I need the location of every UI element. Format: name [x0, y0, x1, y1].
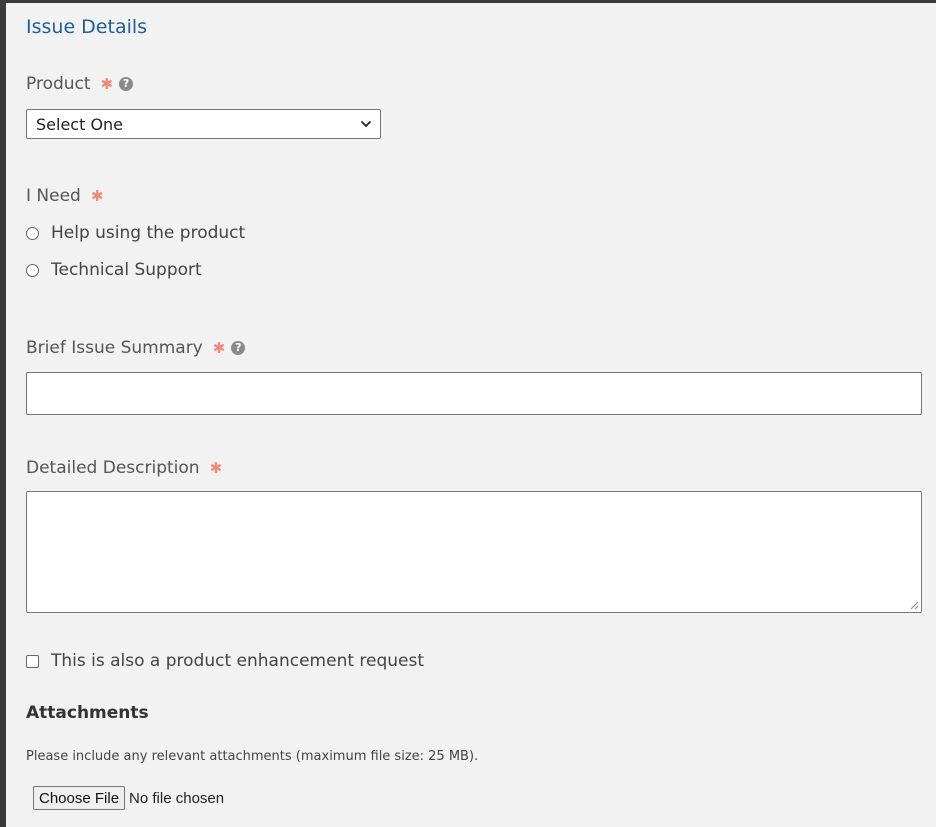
radio-label: Help using the product — [51, 223, 246, 243]
asterisk-icon: ✱ — [100, 74, 114, 93]
product-label-group: Product ✱ ? — [26, 74, 134, 94]
summary-input[interactable] — [26, 372, 922, 415]
resize-grip-icon[interactable] — [910, 601, 919, 610]
radio-help-using-product[interactable]: Help using the product — [26, 223, 245, 243]
file-status: No file chosen — [129, 789, 225, 807]
need-label-group: I Need ✱ — [26, 186, 103, 206]
asterisk-icon: ✱ — [212, 338, 226, 357]
enhancement-label: This is also a product enhancement reque… — [51, 651, 425, 671]
product-select[interactable]: Select One — [26, 109, 381, 139]
radio-button[interactable] — [26, 226, 39, 240]
product-label: Product — [26, 74, 91, 94]
asterisk-icon: ✱ — [209, 458, 223, 477]
radio-label: Technical Support — [51, 260, 202, 280]
enhancement-checkbox-row[interactable]: This is also a product enhancement reque… — [26, 651, 424, 671]
need-label: I Need — [26, 186, 81, 206]
attachments-heading: Attachments — [26, 703, 149, 723]
enhancement-checkbox[interactable] — [26, 654, 39, 668]
description-label-group: Detailed Description ✱ — [26, 458, 222, 478]
radio-technical-support[interactable]: Technical Support — [26, 260, 202, 280]
summary-label: Brief Issue Summary — [26, 338, 203, 358]
file-upload: Choose File No file chosen — [33, 786, 224, 810]
choose-file-button[interactable]: Choose File — [33, 786, 126, 810]
description-textarea[interactable] — [26, 491, 922, 613]
asterisk-icon: ✱ — [90, 186, 104, 205]
radio-button[interactable] — [26, 263, 39, 277]
chevron-down-icon — [361, 121, 371, 127]
question-circle-icon[interactable]: ? — [119, 77, 134, 91]
left-border — [0, 0, 6, 827]
question-circle-icon[interactable]: ? — [231, 341, 246, 355]
section-title: Issue Details — [26, 16, 148, 38]
summary-label-group: Brief Issue Summary ✱ ? — [26, 338, 246, 358]
issue-details-form: Issue Details Product ✱ ? Select One I N… — [26, 0, 922, 827]
product-selected-value: Select One — [36, 114, 124, 134]
attachments-hint: Please include any relevant attachments … — [26, 749, 479, 764]
description-label: Detailed Description — [26, 458, 200, 478]
